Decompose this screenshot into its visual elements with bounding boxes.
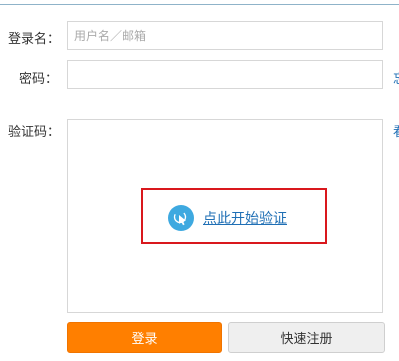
- username-label: 登录名：: [8, 32, 61, 47]
- start-verification-button[interactable]: 点此开始验证: [168, 205, 287, 231]
- quick-register-button[interactable]: 快速注册: [228, 322, 385, 353]
- captcha-label: 验证码：: [8, 125, 61, 140]
- password-label: 密码：: [18, 72, 58, 87]
- verify-link-text: 点此开始验证: [203, 211, 287, 227]
- password-input[interactable]: [67, 60, 383, 89]
- username-input[interactable]: [67, 21, 383, 50]
- captcha-side-link[interactable]: 看: [393, 121, 399, 140]
- login-button[interactable]: 登录: [67, 322, 222, 353]
- forgot-password-link[interactable]: 忘: [393, 68, 399, 87]
- pointer-click-icon: [168, 205, 194, 231]
- login-form: 登录名： 密码： 忘 验证码： 看 点此开始验证 登录 快速注册: [0, 0, 399, 361]
- top-divider: [0, 4, 399, 5]
